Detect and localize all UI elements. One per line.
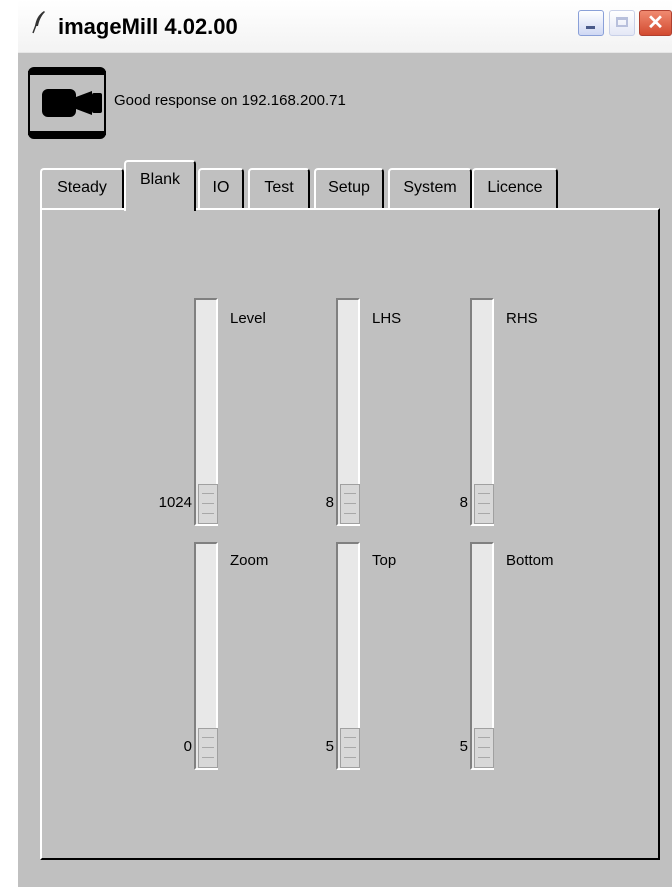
slider-track[interactable] (470, 542, 494, 770)
zoom-slider[interactable]: Zoom (194, 542, 268, 774)
minimize-button[interactable] (578, 10, 604, 36)
maximize-button[interactable] (609, 10, 635, 36)
tab-system[interactable]: System (388, 168, 472, 208)
minimize-icon (586, 26, 595, 29)
slider-label-level: Level (230, 310, 266, 327)
top-slider[interactable]: Top (336, 542, 396, 774)
slider-thumb[interactable] (340, 728, 360, 768)
connection-status: Good response on 192.168.200.71 (114, 92, 346, 109)
slider-thumb[interactable] (474, 728, 494, 768)
slider-track[interactable] (194, 298, 218, 526)
tab-licence[interactable]: Licence (472, 168, 558, 208)
slider-track[interactable] (194, 542, 218, 770)
video-camera-icon (28, 67, 106, 139)
close-button[interactable]: ✕ (639, 10, 672, 36)
bottom-slider[interactable]: Bottom (470, 542, 554, 774)
slider-value-lhs: 8 (325, 494, 334, 511)
slider-label-zoom: Zoom (230, 552, 269, 569)
lhs-slider[interactable]: LHS (336, 298, 401, 530)
slider-value-zoom: 0 (183, 738, 192, 755)
tab-steady[interactable]: Steady (40, 168, 124, 208)
quill-pen-icon (32, 11, 45, 34)
tab-io[interactable]: IO (198, 168, 244, 208)
window-title: imageMill 4.02.00 (58, 14, 238, 39)
slider-value-rhs: 8 (459, 494, 468, 511)
slider-label-lhs: LHS (372, 310, 402, 327)
slider-label-top: Top (372, 552, 397, 569)
slider-thumb[interactable] (474, 484, 494, 524)
tab-blank[interactable]: Blank (124, 160, 196, 211)
tab-setup[interactable]: Setup (314, 168, 384, 208)
tab-test[interactable]: Test (248, 168, 310, 208)
slider-track[interactable] (470, 298, 494, 526)
slider-thumb[interactable] (198, 484, 218, 524)
slider-label-rhs: RHS (506, 310, 538, 327)
level-slider[interactable]: Level (194, 298, 266, 530)
slider-value-bottom: 5 (459, 738, 468, 755)
slider-label-bottom: Bottom (506, 552, 554, 569)
app-window: imageMill 4.02.00 ✕ Good response on 192… (18, 0, 672, 887)
maximize-icon (616, 17, 628, 27)
blank-tab-panel: Level 1024 LHS 8 RHS 8 Zoom 0 Top 5 Bott… (40, 208, 660, 860)
slider-thumb[interactable] (340, 484, 360, 524)
title-bar[interactable]: imageMill 4.02.00 ✕ (18, 0, 672, 53)
slider-value-top: 5 (325, 738, 334, 755)
slider-value-level: 1024 (158, 494, 192, 511)
close-icon: ✕ (647, 12, 664, 34)
slider-thumb[interactable] (198, 728, 218, 768)
rhs-slider[interactable]: RHS (470, 298, 538, 530)
slider-track[interactable] (336, 542, 360, 770)
slider-track[interactable] (336, 298, 360, 526)
